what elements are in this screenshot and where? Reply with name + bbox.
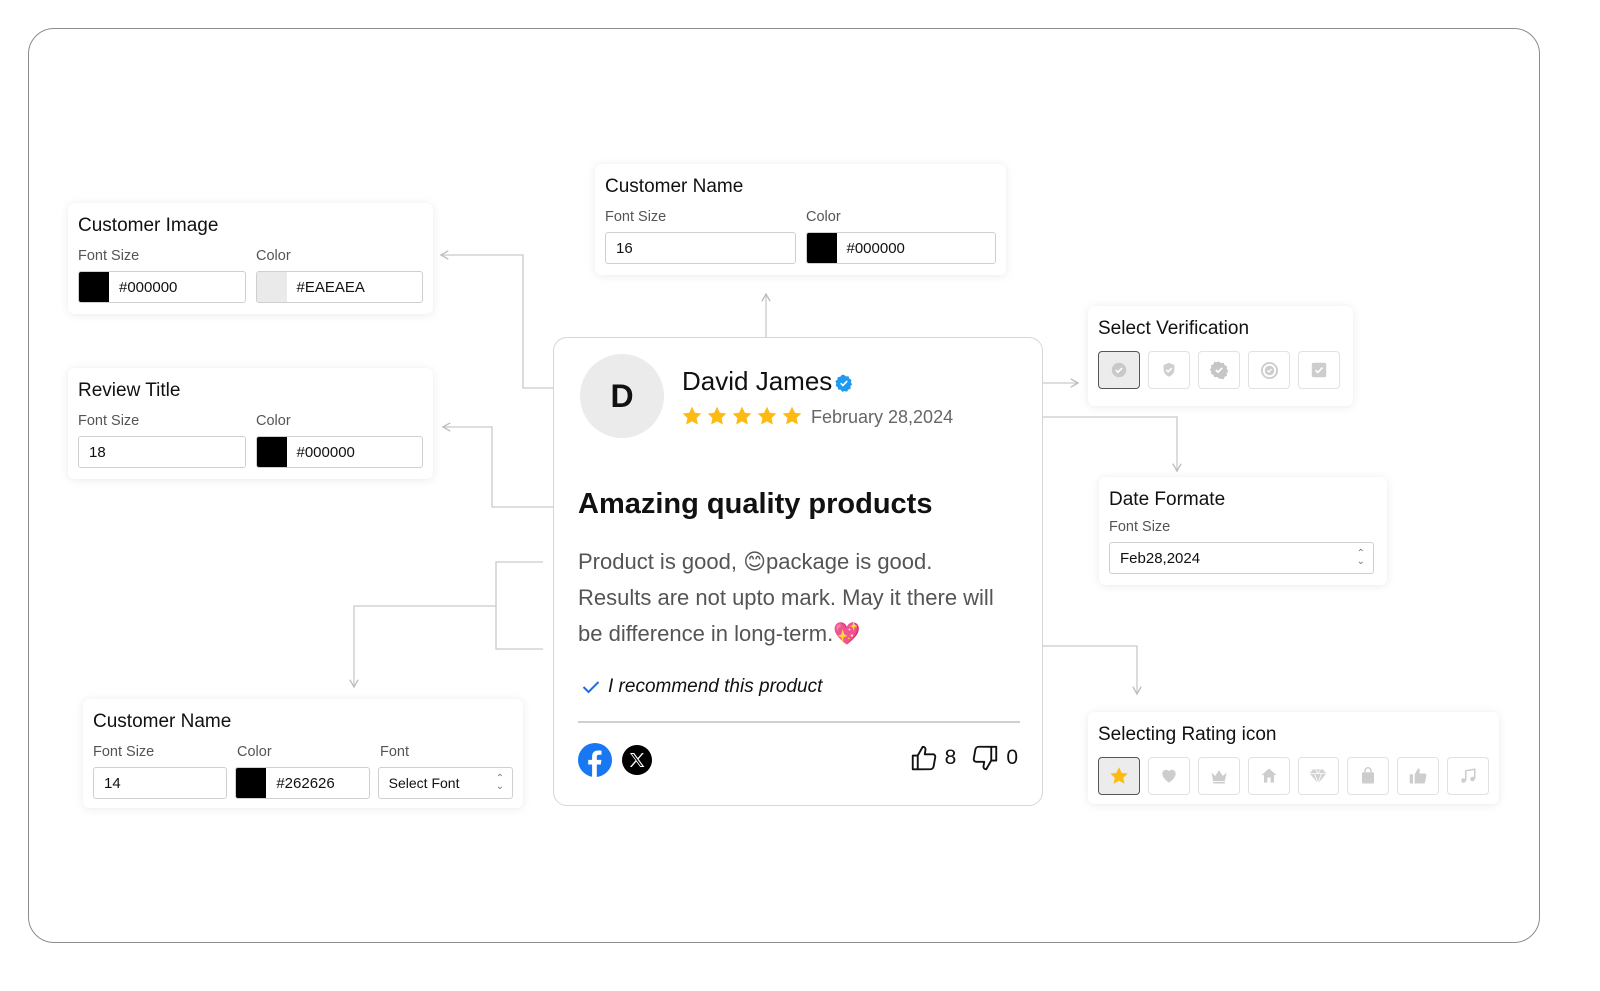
music-note-icon[interactable] [1447,757,1489,795]
panel-title: Select Verification [1098,318,1250,339]
recommend-row: I recommend this product [582,676,822,698]
thumbs-up-icon[interactable] [909,743,939,773]
field-label: Color [237,744,272,760]
reviewer-name: David James [682,366,833,396]
customer-name-panel-top: Customer Name Font Size Color 16 #000000 [595,164,1006,275]
review-title: Amazing quality products [578,488,933,520]
input-value: 14 [104,774,121,792]
star-icon [707,406,727,425]
field-label: Color [806,209,841,225]
diamond-icon[interactable] [1297,757,1340,795]
square-check-icon[interactable] [1298,351,1340,389]
customer-image-bg-color-field[interactable]: #EAEAEA [255,271,423,303]
color-value: #262626 [276,774,335,792]
crown-icon[interactable] [1197,757,1240,795]
color-swatch[interactable] [806,233,837,263]
color-swatch[interactable] [79,272,109,302]
panel-title: Customer Name [93,711,232,732]
verified-badge-icon [835,374,853,392]
vote-controls: 8 0 [909,743,1018,773]
recommend-text: I recommend this product [608,676,823,697]
thumbs-up-icon[interactable] [1397,757,1440,795]
select-verification-panel: Select Verification [1088,306,1353,406]
star-icon [757,406,777,425]
customer-name-color-field[interactable]: #262626 [235,767,370,799]
divider [578,721,1020,723]
like-count: 8 [944,746,957,769]
color-swatch[interactable] [256,272,287,302]
dislike-count: 0 [1006,746,1018,769]
star-icon [682,406,702,425]
review-title-color-field[interactable]: #000000 [255,436,423,468]
customer-image-color-field[interactable]: #000000 [78,271,246,303]
badge-check-icon[interactable] [1198,351,1240,389]
review-body: Product is good, 😊package is good. Resul… [578,549,994,646]
panel-title: Date Formate [1109,489,1226,510]
customer-image-panel: Customer Image Font Size Color #000000 #… [68,203,433,314]
select-chevron-icon: ⌃ ⌄ [495,773,505,792]
color-swatch[interactable] [236,768,267,798]
panel-title: Review Title [78,380,181,401]
panel-title: Customer Name [605,176,744,197]
avatar: D [580,354,664,438]
select-chevron-icon: ⌃ ⌄ [1356,548,1365,567]
input-value: 16 [616,239,633,257]
field-label: Font Size [78,413,140,429]
star-icon [732,406,752,425]
field-label: Font Size [78,248,140,264]
review-title-panel: Review Title Font Size Color 18 #000000 [68,368,433,479]
color-value: #EAEAEA [296,278,365,296]
home-icon[interactable] [1247,757,1290,795]
panel-title: Selecting Rating icon [1098,724,1277,745]
customer-name-font-size-input[interactable]: 16 [605,232,796,264]
customer-name-color-field[interactable]: #000000 [805,232,996,264]
panel-title: Customer Image [78,215,219,236]
select-value: Select Font [388,775,460,791]
check-circle-icon[interactable] [1098,351,1140,389]
share-icons [578,743,652,777]
review-card: D David James February 28,2024 Amazing q… [553,337,1043,806]
input-value: 18 [89,443,106,461]
customer-name-panel-bottom: Customer Name Font Size Color Font 14 #2… [83,699,523,808]
field-label: Color [256,248,291,264]
select-value: Feb28,2024 [1120,549,1201,567]
x-twitter-icon[interactable] [622,745,652,775]
target-check-icon[interactable] [1248,351,1290,389]
heart-icon[interactable] [1147,757,1190,795]
customer-name-font-size-input[interactable]: 14 [93,767,228,799]
color-swatch[interactable] [256,437,287,467]
date-format-select[interactable]: Feb28,2024 ⌃ ⌄ [1109,542,1374,574]
review-title-font-size-input[interactable]: 18 [78,436,246,468]
star-rating [681,405,803,427]
date-format-panel: Date Formate Font Size Feb28,2024 ⌃ ⌄ [1099,477,1387,585]
field-label: Font Size [93,744,155,760]
field-label: Color [256,413,291,429]
field-label: Font Size [1109,519,1171,535]
color-value: #000000 [846,239,905,257]
star-icon[interactable] [1098,757,1140,795]
star-icon [782,406,802,425]
bag-icon[interactable] [1347,757,1390,795]
field-label: Font [380,744,410,760]
color-value: #000000 [119,278,178,296]
rating-icon-panel: Selecting Rating icon [1088,712,1499,804]
check-icon [582,681,600,694]
thumbs-down-icon[interactable] [970,743,1000,773]
shield-check-icon[interactable] [1148,351,1190,389]
facebook-icon[interactable] [578,743,612,777]
field-label: Font Size [605,209,667,225]
review-date: February 28,2024 [811,407,954,427]
font-select[interactable]: Select Font ⌃ ⌄ [377,767,514,799]
color-value: #000000 [296,443,355,461]
